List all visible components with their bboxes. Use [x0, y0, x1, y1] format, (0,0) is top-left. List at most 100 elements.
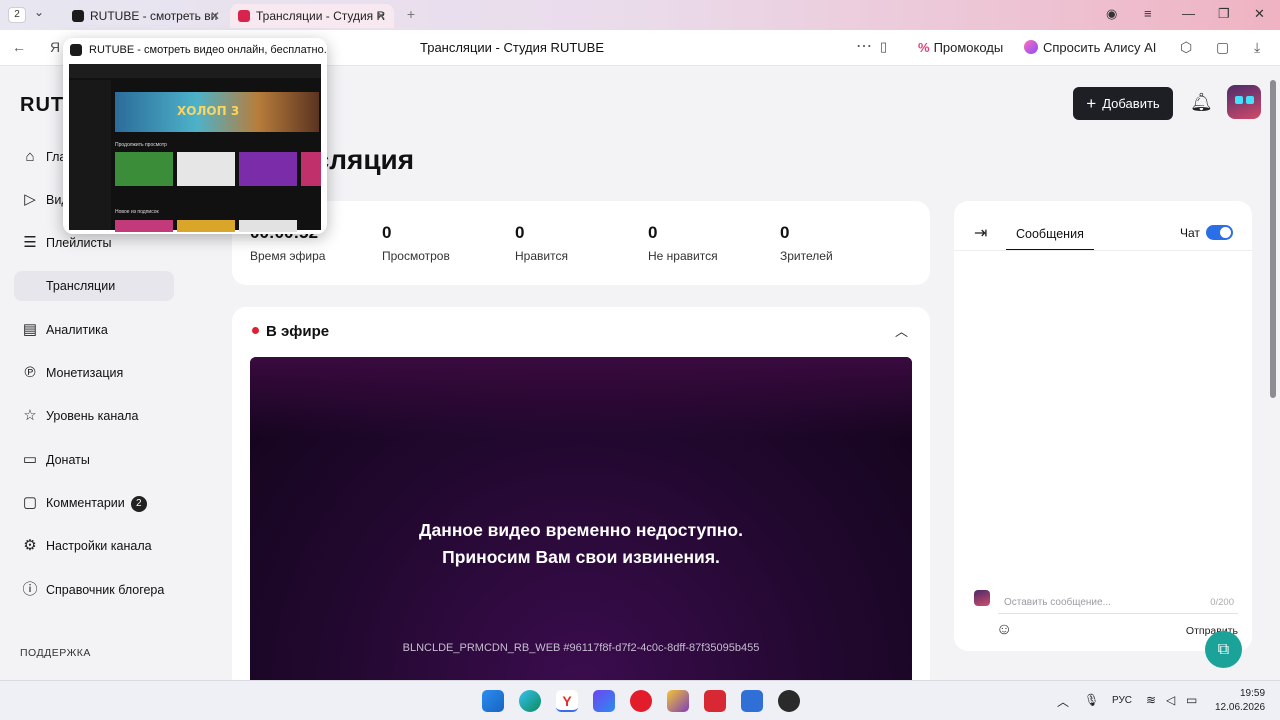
wifi-icon[interactable]: ≋ — [1146, 693, 1156, 707]
tab-count-badge[interactable]: 2 — [8, 7, 26, 23]
sidebar-item-label: Аналитика — [46, 323, 108, 337]
sidebar-item-monetization[interactable]: ℗ Монетизация — [14, 358, 174, 388]
live-card: В эфире ︿ Данное видео временно недоступ… — [232, 307, 930, 687]
chat-char-counter: 0/200 — [1210, 597, 1234, 608]
download-icon[interactable]: ⤓ — [1254, 39, 1260, 56]
sidebar-item-channel-level[interactable]: ☆ Уровень канала — [14, 401, 174, 431]
yandex-icon[interactable]: Я — [50, 39, 60, 55]
sidebar-item-comments[interactable]: ▢ Комментарии 2 — [14, 488, 174, 518]
browser-tab-rutube[interactable]: RUTUBE - смотреть ви ✕ — [64, 4, 228, 28]
browser-tab-studio[interactable]: Трансляции - Студия R ✕ — [230, 4, 394, 28]
volume-icon[interactable]: ◁ — [1166, 693, 1175, 707]
sidebar-item-blogger-guide[interactable]: ⓘ Справочник блогера — [14, 575, 174, 605]
sidebar-item-label: Справочник блогера — [46, 583, 165, 597]
minimize-icon[interactable]: — — [1182, 6, 1195, 21]
back-icon[interactable]: ← — [12, 39, 26, 55]
chat-message-input[interactable] — [998, 592, 1238, 614]
language-indicator[interactable]: РУС — [1112, 695, 1132, 706]
chevron-up-icon[interactable]: ︿ — [1057, 693, 1069, 710]
settings-icon: ⚙ — [23, 537, 37, 554]
tab-title: RUTUBE - смотреть ви — [90, 9, 218, 23]
preview-section-title: Новое из подписок — [115, 209, 159, 215]
live-header-label: В эфире — [266, 323, 330, 340]
menu-icon[interactable]: ≡ — [1144, 6, 1152, 21]
monetization-icon: ℗ — [24, 364, 36, 381]
window-close-icon[interactable]: ✕ — [1254, 6, 1265, 22]
stat-likes: 0 Нравится — [515, 223, 568, 263]
sidebar-item-label: Трансляции — [46, 279, 116, 293]
profile-icon[interactable]: ◉ — [1106, 6, 1117, 22]
tab-title: Трансляции - Студия R — [256, 9, 386, 23]
more-icon[interactable]: ⋯ — [856, 36, 872, 56]
chat-toggle[interactable] — [1206, 225, 1233, 240]
close-icon[interactable]: ✕ — [376, 4, 386, 28]
sidebar-item-label: Комментарии — [46, 496, 125, 510]
sidebar-item-broadcasts[interactable]: Трансляции — [14, 271, 174, 301]
microphone-icon[interactable]: 🎙︎ — [1084, 693, 1099, 707]
donate-icon: ▭ — [22, 451, 38, 468]
alice-icon — [1024, 40, 1038, 54]
video-icon: ▷ — [24, 191, 36, 208]
game-icon[interactable] — [667, 690, 689, 712]
windows-start-icon[interactable] — [482, 690, 504, 712]
avatar — [974, 590, 990, 606]
address-page-title[interactable]: Трансляции - Студия RUTUBE — [420, 40, 604, 55]
collections-icon[interactable]: ▢ — [1216, 39, 1229, 56]
scrollbar[interactable] — [1270, 80, 1276, 398]
preview-video-thumb — [239, 152, 297, 186]
live-dot-icon — [252, 327, 259, 334]
sidebar-item-analytics[interactable]: ▤ Аналитика — [14, 315, 174, 345]
stat-value: 0 — [780, 223, 790, 242]
restore-icon[interactable]: ❐ — [1218, 6, 1230, 22]
chevron-down-icon[interactable]: ⌄ — [34, 5, 44, 19]
sidebar-item-channel-settings[interactable]: ⚙ Настройки канала — [14, 531, 174, 561]
stat-dislikes: 0 Не нравится — [648, 223, 718, 263]
extensions-icon[interactable]: ⬡ — [1180, 39, 1192, 56]
home-icon: ⌂ — [25, 148, 35, 165]
plus-icon: + — [1086, 94, 1097, 113]
chevron-up-icon[interactable]: ︿ — [895, 321, 908, 340]
promo-button[interactable]: % Промокоды — [918, 40, 1003, 55]
battery-icon[interactable]: ▭ — [1186, 693, 1197, 707]
chat-toggle-label: Чат — [1180, 226, 1200, 240]
support-chat-button[interactable]: ⧉ — [1205, 631, 1242, 668]
stat-label: Не нравится — [648, 249, 718, 263]
preview-banner-text: ХОЛОП 3 — [177, 104, 240, 118]
add-button[interactable]: + Добавить — [1073, 87, 1173, 120]
stream-stats-card: 00:00:52Время эфира 0Просмотров 0Нравитс… — [232, 201, 930, 285]
sidebar-item-label: Донаты — [46, 453, 90, 467]
opera-icon[interactable] — [630, 690, 652, 712]
tab-messages[interactable]: Сообщения — [1006, 215, 1094, 251]
video-player[interactable]: Данное видео временно недоступно. Принос… — [250, 357, 912, 687]
wps-icon[interactable] — [704, 690, 726, 712]
yandex-browser-icon[interactable]: Y — [556, 690, 578, 712]
sidebar-section-support: ПОДДЕРЖКА — [20, 647, 91, 659]
preview-video-thumb — [115, 152, 173, 186]
edge-icon[interactable] — [519, 690, 541, 712]
studio-favicon-icon — [238, 10, 250, 22]
new-tab-button[interactable]: + — [402, 6, 420, 24]
info-icon: ⓘ — [22, 581, 38, 598]
sidebar-item-donations[interactable]: ▭ Донаты — [14, 445, 174, 475]
sidebar-item-label: Настройки канала — [46, 539, 152, 553]
bookmark-icon[interactable]: ▯ — [880, 39, 887, 55]
avatar[interactable] — [1227, 85, 1261, 119]
tab-hover-preview[interactable]: RUTUBE - смотреть видео онлайн, бесплатн… — [63, 38, 327, 234]
emoji-icon[interactable]: ☺ — [996, 621, 1012, 639]
player-error-code: BLNCLDE_PRMCDN_RB_WEB #96117f8f-d7f2-4c0… — [402, 642, 760, 654]
messenger-icon[interactable] — [593, 690, 615, 712]
alice-button[interactable]: Спросить Алису AI — [1024, 40, 1156, 55]
clock-time[interactable]: 19:59 — [1240, 688, 1265, 699]
preview-thumbnail: ХОЛОП 3 Продолжить просмотр Новое из под… — [69, 64, 321, 232]
obs-icon[interactable] — [778, 690, 800, 712]
roblox-studio-icon[interactable] — [741, 690, 763, 712]
notification-bell-icon[interactable]: 🔔︎ — [1190, 92, 1213, 113]
live-header: В эфире — [252, 323, 329, 340]
stat-label: Нравится — [515, 249, 568, 263]
clock-date[interactable]: 12.06.2026 — [1215, 702, 1265, 713]
star-icon: ☆ — [23, 407, 37, 424]
close-icon[interactable]: ✕ — [210, 4, 220, 28]
collapse-panel-icon[interactable]: ⇥ — [974, 223, 987, 243]
chat-panel: ⇥ Сообщения Чат 0/200 ☺ Отправить — [954, 201, 1252, 651]
preview-title: RUTUBE - смотреть видео онлайн, бесплатн… — [89, 44, 327, 56]
